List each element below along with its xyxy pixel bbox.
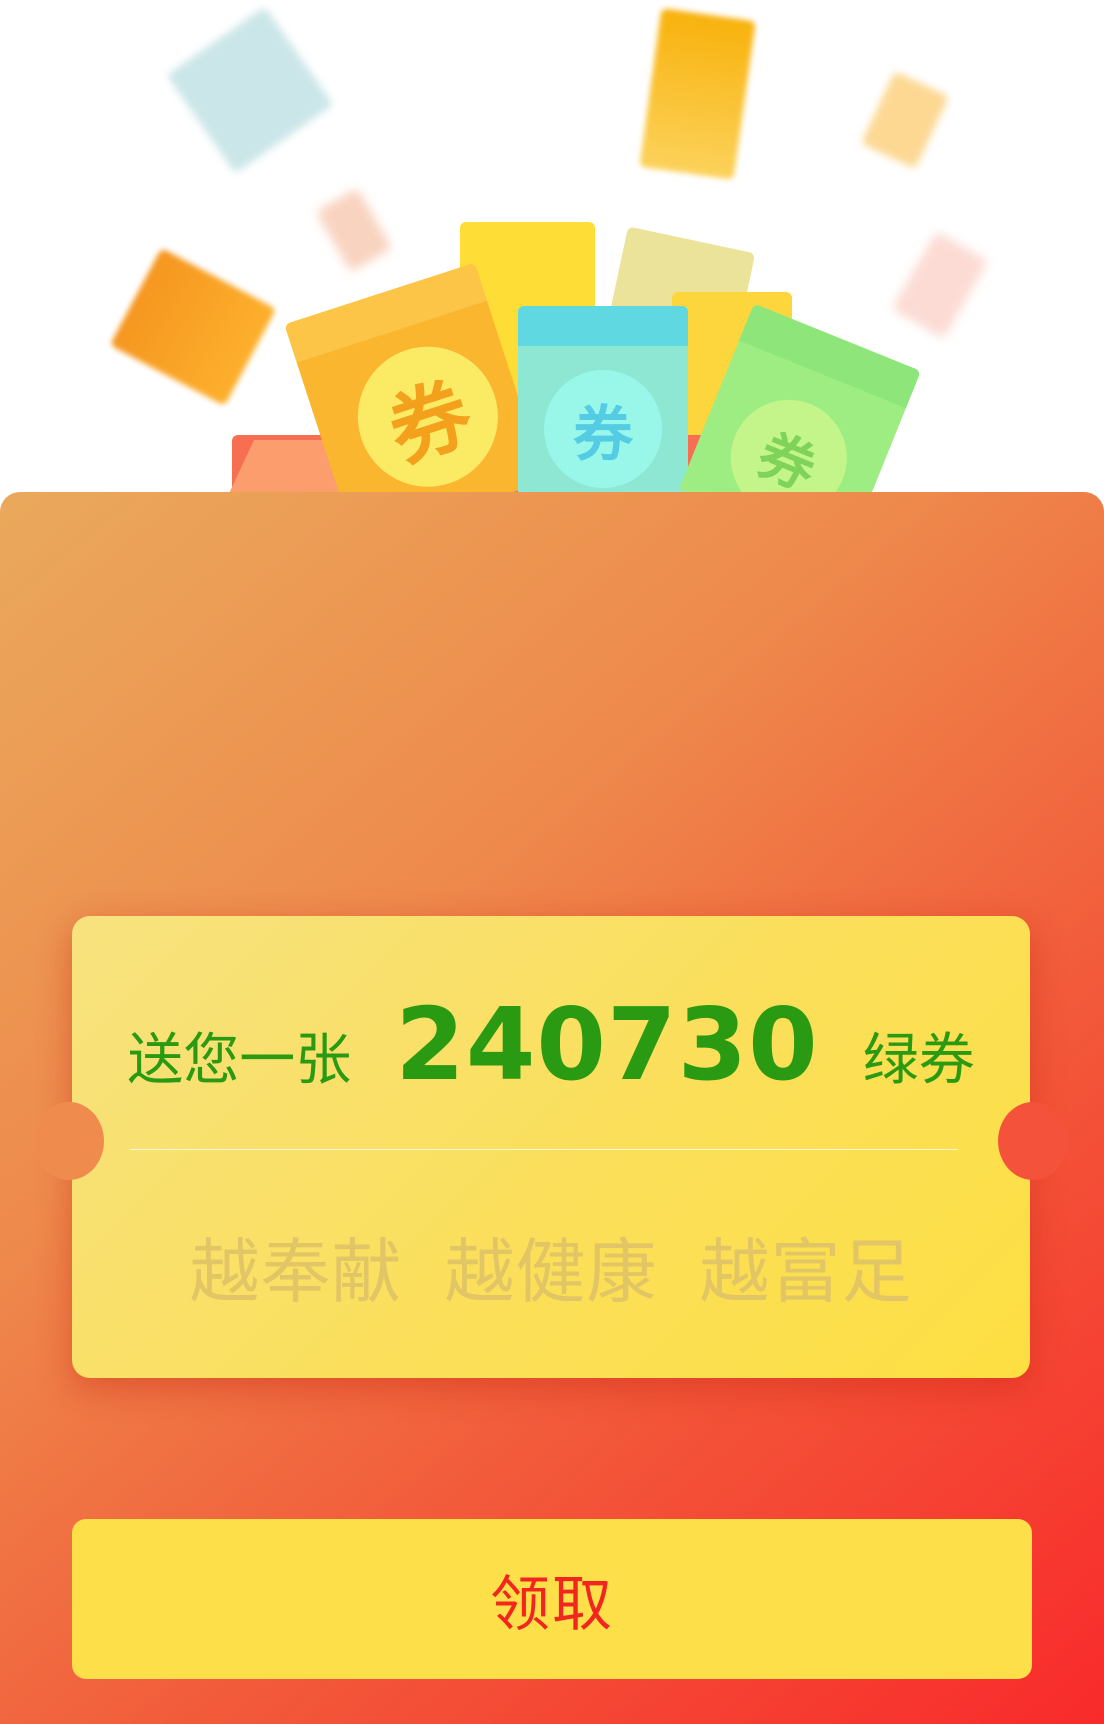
teal-envelope: 券 [518, 306, 688, 506]
flying-coupon-icon [109, 247, 277, 407]
red-packet-card: 送您一张 240730 绿券 越奉献 越健康 越富足 领取 [0, 492, 1104, 1724]
ticket-notch-left [34, 1102, 104, 1180]
coupon-amount: 240730 [395, 986, 819, 1103]
ticket-headline: 送您一张 240730 绿券 [72, 986, 1030, 1106]
coupon-coin-icon: 券 [339, 328, 517, 505]
slogan-2: 越健康 [444, 1231, 658, 1313]
claim-button[interactable]: 领取 [72, 1519, 1032, 1679]
headline-suffix: 绿券 [862, 1028, 975, 1093]
ticket-notch-right [998, 1102, 1068, 1180]
slogan-row: 越奉献 越健康 越富足 [72, 1216, 1030, 1317]
flying-coupon-icon [315, 187, 393, 273]
slogan-3: 越富足 [699, 1231, 913, 1313]
flying-coupon-icon [891, 231, 989, 339]
coupon-ticket: 送您一张 240730 绿券 越奉献 越健康 越富足 [34, 916, 1068, 1378]
ticket-divider [130, 1149, 958, 1150]
headline-prefix: 送您一张 [127, 1028, 352, 1093]
coupon-coin-icon: 券 [544, 370, 662, 488]
flying-coupon-icon [166, 6, 334, 174]
flying-coupon-icon [860, 71, 950, 169]
claim-button-label: 领取 [490, 1569, 614, 1640]
coupon-illustration: 券 券 券 [0, 0, 1104, 557]
slogan-1: 越奉献 [189, 1231, 403, 1313]
flying-coupon-icon [639, 8, 756, 180]
